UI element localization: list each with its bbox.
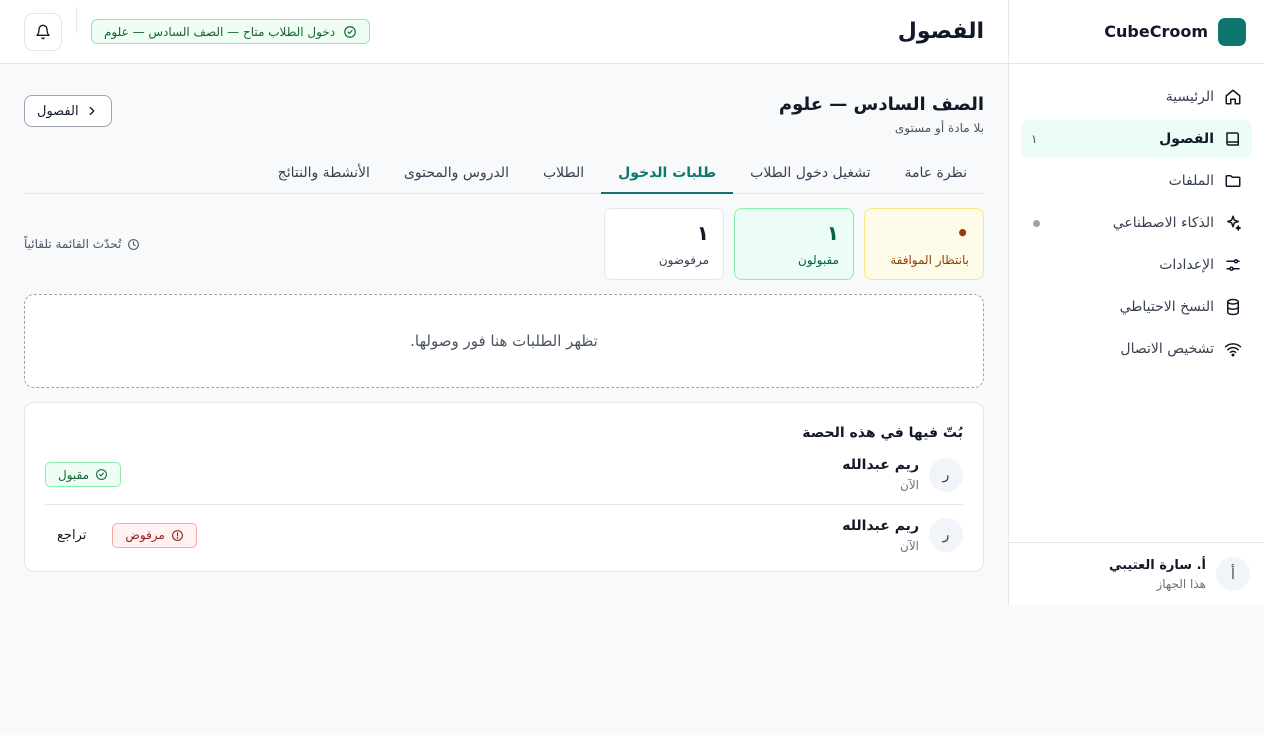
sidebar-item-files[interactable]: الملفات [1021,162,1252,200]
request-stats: • بانتظار الموافقة ١ مقبولون ١ مرفوضون ت… [24,208,984,280]
sidebar-nav: الرئيسية الفصول ١ الملفات الذكاء الاصطنا… [1009,64,1264,368]
class-heading: الصف السادس — علوم بلا مادة أو مستوى [779,94,984,135]
status-badge: مقبول [45,462,122,487]
status-label: مرفوض [125,528,165,542]
request-time: الآن [900,538,919,553]
tab-overview[interactable]: نظرة عامة [887,154,984,194]
list-item: ر ريم عبدالله الآن مرفوض تراجع [45,505,963,565]
book-icon [1226,132,1239,146]
sidebar-item-label: الإعدادات [1159,257,1214,273]
alert-circle-icon [171,529,183,541]
wifi-icon [1224,343,1242,357]
sidebar-item-label: النسخ الاحتياطي [1119,299,1214,315]
status-badge: مرفوض [112,522,197,548]
sidebar: CubeCroom الرئيسية الفصول ١ الملفات الذك… [1008,0,1264,605]
student-name: ريم عبدالله [842,457,919,473]
sidebar-item-home[interactable]: الرئيسية [1021,78,1252,116]
bell-icon [36,24,50,39]
undo-button[interactable]: تراجع [45,528,98,543]
auto-refresh-note: تُحدّث القائمة تلقائياً [24,237,140,251]
back-button-label: الفصول [37,103,79,119]
user-profile[interactable]: أ أ. سارة العتيبي هذا الجهاز [1009,542,1264,605]
brand-name: CubeCroom [1104,22,1208,41]
header-actions: دخول الطلاب متاح — الصف السادس — علوم [24,6,371,51]
request-info: ريم عبدالله الآن [842,457,919,492]
class-subtitle: بلا مادة أو مستوى [894,121,984,135]
decided-requests-card: بُتّ فيها في هذه الحصة ر ريم عبدالله الآ… [24,402,984,572]
sparkles-icon [1227,215,1242,231]
tab-students[interactable]: الطلاب [526,154,601,194]
sidebar-item-label: الملفات [1168,173,1214,189]
tab-lessons[interactable]: الدروس والمحتوى [387,154,526,194]
stat-accepted: ١ مقبولون [734,208,854,280]
request-info: ريم عبدالله الآن [842,518,919,553]
top-header: الفصول دخول الطلاب متاح — الصف السادس — … [0,0,1008,64]
avatar: ر [929,457,963,492]
empty-requests-message: تظهر الطلبات هنا فور وصولها. [24,294,984,388]
decided-title: بُتّ فيها في هذه الحصة [802,425,963,441]
live-status-text: دخول الطلاب متاح — الصف السادس — علوم [104,24,336,39]
sidebar-item-badge: ١ [1031,132,1038,146]
tab-join-requests[interactable]: طلبات الدخول [601,154,734,194]
status-label: مقبول [58,467,90,482]
chevron-right-icon [89,106,94,116]
class-title: الصف السادس — علوم [778,94,984,115]
home-icon [1225,89,1241,105]
request-actions: مرفوض تراجع [45,522,197,548]
stat-rejected-value: ١ [696,221,709,245]
folder-icon [1225,175,1241,187]
stat-pending-value: • [956,221,969,245]
class-tabs: نظرة عامة تشغيل دخول الطلاب طلبات الدخول… [24,154,984,194]
request-time: الآن [900,478,919,492]
student-name: ريم عبدالله [842,517,919,534]
class-header: الصف السادس — علوم بلا مادة أو مستوى الف… [24,94,984,142]
stat-accepted-label: مقبولون [798,253,839,267]
user-device: هذا الجهاز [1156,576,1207,591]
sidebar-item-label: تشخيص الاتصال [1120,341,1214,357]
user-name: أ. سارة العتيبي [1108,557,1206,573]
auto-refresh-text: تُحدّث القائمة تلقائياً [24,237,122,251]
brand-logo [1218,17,1246,46]
header-divider [76,6,77,33]
request-actions: مقبول [45,462,122,487]
sidebar-item-label: الرئيسية [1165,89,1214,105]
sidebar-item-backup[interactable]: النسخ الاحتياطي [1021,288,1252,326]
sidebar-item-classes[interactable]: الفصول ١ [1021,120,1252,158]
page-title: الفصول [897,19,984,44]
sidebar-item-settings[interactable]: الإعدادات [1021,246,1252,284]
user-info: أ. سارة العتيبي هذا الجهاز [1109,558,1206,591]
stat-rejected-label: مرفوضون [658,253,709,267]
tab-activities[interactable]: الأنشطة والنتائج [261,154,387,194]
database-icon [1227,298,1239,316]
clock-icon [128,238,140,250]
check-circle-icon [96,469,107,480]
back-to-classes-button[interactable]: الفصول [24,95,112,127]
sidebar-item-ai[interactable]: الذكاء الاصطناعي [1021,204,1252,242]
sidebar-item-diagnostics[interactable]: تشخيص الاتصال [1021,330,1252,368]
status-dot [1033,219,1040,227]
main-content: الصف السادس — علوم بلا مادة أو مستوى الف… [24,64,984,572]
stat-rejected: ١ مرفوضون [604,208,724,280]
stat-pending: • بانتظار الموافقة [864,208,984,280]
avatar: أ [1216,557,1250,591]
live-status-badge: دخول الطلاب متاح — الصف السادس — علوم [91,19,371,44]
list-item: ر ريم عبدالله الآن مقبول [45,445,963,505]
stat-accepted-value: ١ [826,221,839,245]
brand: CubeCroom [1009,0,1264,64]
avatar: ر [929,518,963,552]
sidebar-item-label: الفصول [1159,131,1214,147]
sliders-icon [1226,259,1240,271]
stat-pending-label: بانتظار الموافقة [890,253,969,267]
sidebar-item-label: الذكاء الاصطناعي [1112,215,1214,231]
tab-student-login[interactable]: تشغيل دخول الطلاب [733,154,887,194]
check-circle-icon [344,25,356,38]
notifications-button[interactable] [24,12,62,51]
